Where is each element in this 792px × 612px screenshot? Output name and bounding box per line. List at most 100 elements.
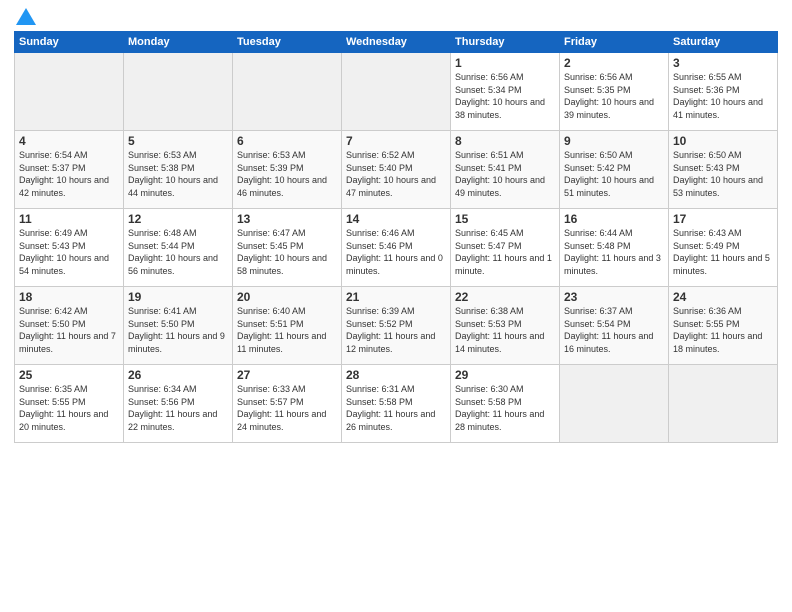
- day-info: Sunrise: 6:37 AMSunset: 5:54 PMDaylight:…: [564, 306, 653, 354]
- day-number: 11: [19, 212, 119, 226]
- calendar-cell: [15, 53, 124, 131]
- day-info: Sunrise: 6:34 AMSunset: 5:56 PMDaylight:…: [128, 384, 217, 432]
- day-info: Sunrise: 6:50 AMSunset: 5:42 PMDaylight:…: [564, 150, 654, 198]
- calendar-cell: 21 Sunrise: 6:39 AMSunset: 5:52 PMDaylig…: [342, 287, 451, 365]
- day-number: 7: [346, 134, 446, 148]
- day-number: 14: [346, 212, 446, 226]
- day-number: 12: [128, 212, 228, 226]
- calendar-cell: [560, 365, 669, 443]
- calendar-cell: 25 Sunrise: 6:35 AMSunset: 5:55 PMDaylig…: [15, 365, 124, 443]
- calendar-cell: 16 Sunrise: 6:44 AMSunset: 5:48 PMDaylig…: [560, 209, 669, 287]
- day-info: Sunrise: 6:30 AMSunset: 5:58 PMDaylight:…: [455, 384, 544, 432]
- calendar-cell: [669, 365, 778, 443]
- day-info: Sunrise: 6:44 AMSunset: 5:48 PMDaylight:…: [564, 228, 661, 276]
- day-info: Sunrise: 6:55 AMSunset: 5:36 PMDaylight:…: [673, 72, 763, 120]
- logo-triangle-icon: [16, 8, 36, 25]
- day-number: 6: [237, 134, 337, 148]
- day-number: 17: [673, 212, 773, 226]
- day-info: Sunrise: 6:46 AMSunset: 5:46 PMDaylight:…: [346, 228, 443, 276]
- day-number: 8: [455, 134, 555, 148]
- calendar-cell: 29 Sunrise: 6:30 AMSunset: 5:58 PMDaylig…: [451, 365, 560, 443]
- header: [14, 10, 778, 25]
- day-info: Sunrise: 6:41 AMSunset: 5:50 PMDaylight:…: [128, 306, 225, 354]
- day-number: 13: [237, 212, 337, 226]
- calendar-cell: 10 Sunrise: 6:50 AMSunset: 5:43 PMDaylig…: [669, 131, 778, 209]
- calendar-cell: 1 Sunrise: 6:56 AMSunset: 5:34 PMDayligh…: [451, 53, 560, 131]
- calendar-cell: 17 Sunrise: 6:43 AMSunset: 5:49 PMDaylig…: [669, 209, 778, 287]
- calendar-cell: [233, 53, 342, 131]
- calendar-cell: 19 Sunrise: 6:41 AMSunset: 5:50 PMDaylig…: [124, 287, 233, 365]
- day-info: Sunrise: 6:45 AMSunset: 5:47 PMDaylight:…: [455, 228, 552, 276]
- day-number: 29: [455, 368, 555, 382]
- week-row-2: 4 Sunrise: 6:54 AMSunset: 5:37 PMDayligh…: [15, 131, 778, 209]
- calendar-cell: 6 Sunrise: 6:53 AMSunset: 5:39 PMDayligh…: [233, 131, 342, 209]
- week-row-4: 18 Sunrise: 6:42 AMSunset: 5:50 PMDaylig…: [15, 287, 778, 365]
- calendar-cell: 15 Sunrise: 6:45 AMSunset: 5:47 PMDaylig…: [451, 209, 560, 287]
- day-number: 3: [673, 56, 773, 70]
- day-number: 20: [237, 290, 337, 304]
- day-number: 18: [19, 290, 119, 304]
- calendar-cell: 4 Sunrise: 6:54 AMSunset: 5:37 PMDayligh…: [15, 131, 124, 209]
- week-row-1: 1 Sunrise: 6:56 AMSunset: 5:34 PMDayligh…: [15, 53, 778, 131]
- week-row-3: 11 Sunrise: 6:49 AMSunset: 5:43 PMDaylig…: [15, 209, 778, 287]
- calendar-cell: 23 Sunrise: 6:37 AMSunset: 5:54 PMDaylig…: [560, 287, 669, 365]
- day-info: Sunrise: 6:50 AMSunset: 5:43 PMDaylight:…: [673, 150, 763, 198]
- header-row: SundayMondayTuesdayWednesdayThursdayFrid…: [15, 32, 778, 53]
- day-info: Sunrise: 6:54 AMSunset: 5:37 PMDaylight:…: [19, 150, 109, 198]
- col-header-monday: Monday: [124, 32, 233, 53]
- calendar-cell: 20 Sunrise: 6:40 AMSunset: 5:51 PMDaylig…: [233, 287, 342, 365]
- col-header-sunday: Sunday: [15, 32, 124, 53]
- logo: [14, 10, 36, 25]
- col-header-tuesday: Tuesday: [233, 32, 342, 53]
- day-info: Sunrise: 6:42 AMSunset: 5:50 PMDaylight:…: [19, 306, 116, 354]
- week-row-5: 25 Sunrise: 6:35 AMSunset: 5:55 PMDaylig…: [15, 365, 778, 443]
- day-number: 4: [19, 134, 119, 148]
- day-number: 15: [455, 212, 555, 226]
- calendar-cell: 3 Sunrise: 6:55 AMSunset: 5:36 PMDayligh…: [669, 53, 778, 131]
- day-info: Sunrise: 6:48 AMSunset: 5:44 PMDaylight:…: [128, 228, 218, 276]
- calendar-table: SundayMondayTuesdayWednesdayThursdayFrid…: [14, 31, 778, 443]
- day-number: 19: [128, 290, 228, 304]
- day-number: 16: [564, 212, 664, 226]
- day-info: Sunrise: 6:36 AMSunset: 5:55 PMDaylight:…: [673, 306, 762, 354]
- calendar-cell: 13 Sunrise: 6:47 AMSunset: 5:45 PMDaylig…: [233, 209, 342, 287]
- day-info: Sunrise: 6:38 AMSunset: 5:53 PMDaylight:…: [455, 306, 544, 354]
- calendar-cell: 26 Sunrise: 6:34 AMSunset: 5:56 PMDaylig…: [124, 365, 233, 443]
- day-info: Sunrise: 6:33 AMSunset: 5:57 PMDaylight:…: [237, 384, 326, 432]
- calendar-cell: [124, 53, 233, 131]
- calendar-cell: 7 Sunrise: 6:52 AMSunset: 5:40 PMDayligh…: [342, 131, 451, 209]
- day-info: Sunrise: 6:31 AMSunset: 5:58 PMDaylight:…: [346, 384, 435, 432]
- col-header-wednesday: Wednesday: [342, 32, 451, 53]
- day-info: Sunrise: 6:53 AMSunset: 5:38 PMDaylight:…: [128, 150, 218, 198]
- calendar-cell: 8 Sunrise: 6:51 AMSunset: 5:41 PMDayligh…: [451, 131, 560, 209]
- calendar-cell: 9 Sunrise: 6:50 AMSunset: 5:42 PMDayligh…: [560, 131, 669, 209]
- day-info: Sunrise: 6:35 AMSunset: 5:55 PMDaylight:…: [19, 384, 108, 432]
- day-number: 1: [455, 56, 555, 70]
- col-header-thursday: Thursday: [451, 32, 560, 53]
- day-number: 21: [346, 290, 446, 304]
- calendar-cell: 24 Sunrise: 6:36 AMSunset: 5:55 PMDaylig…: [669, 287, 778, 365]
- day-number: 27: [237, 368, 337, 382]
- day-number: 5: [128, 134, 228, 148]
- day-number: 9: [564, 134, 664, 148]
- day-info: Sunrise: 6:56 AMSunset: 5:34 PMDaylight:…: [455, 72, 545, 120]
- day-number: 24: [673, 290, 773, 304]
- calendar-cell: 5 Sunrise: 6:53 AMSunset: 5:38 PMDayligh…: [124, 131, 233, 209]
- page: SundayMondayTuesdayWednesdayThursdayFrid…: [0, 0, 792, 612]
- calendar-cell: 12 Sunrise: 6:48 AMSunset: 5:44 PMDaylig…: [124, 209, 233, 287]
- day-info: Sunrise: 6:49 AMSunset: 5:43 PMDaylight:…: [19, 228, 109, 276]
- calendar-cell: 28 Sunrise: 6:31 AMSunset: 5:58 PMDaylig…: [342, 365, 451, 443]
- day-number: 2: [564, 56, 664, 70]
- day-info: Sunrise: 6:47 AMSunset: 5:45 PMDaylight:…: [237, 228, 327, 276]
- col-header-saturday: Saturday: [669, 32, 778, 53]
- day-number: 10: [673, 134, 773, 148]
- calendar-cell: 14 Sunrise: 6:46 AMSunset: 5:46 PMDaylig…: [342, 209, 451, 287]
- calendar-cell: 22 Sunrise: 6:38 AMSunset: 5:53 PMDaylig…: [451, 287, 560, 365]
- calendar-cell: 2 Sunrise: 6:56 AMSunset: 5:35 PMDayligh…: [560, 53, 669, 131]
- day-number: 22: [455, 290, 555, 304]
- calendar-cell: 27 Sunrise: 6:33 AMSunset: 5:57 PMDaylig…: [233, 365, 342, 443]
- day-number: 23: [564, 290, 664, 304]
- day-info: Sunrise: 6:40 AMSunset: 5:51 PMDaylight:…: [237, 306, 326, 354]
- day-info: Sunrise: 6:52 AMSunset: 5:40 PMDaylight:…: [346, 150, 436, 198]
- day-info: Sunrise: 6:53 AMSunset: 5:39 PMDaylight:…: [237, 150, 327, 198]
